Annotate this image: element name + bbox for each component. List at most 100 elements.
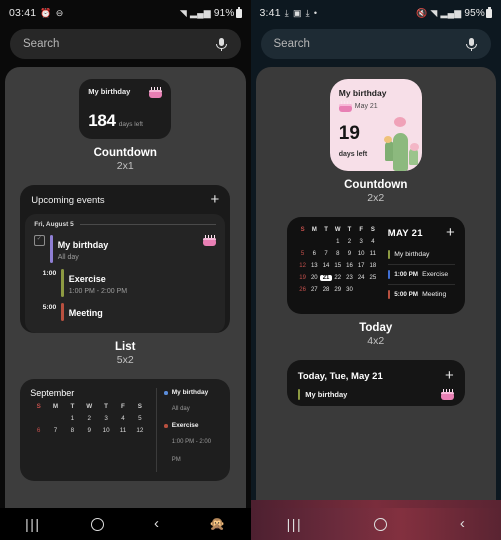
right-navigation-bar[interactable]: ||| ‹ [250,508,501,540]
calendar-day[interactable]: 8 [332,251,344,257]
calendar-day[interactable]: 10 [98,427,115,434]
calendar-day[interactable]: 19 [297,275,309,281]
widget-preview-today-4x2[interactable]: S M T W T F S 1 2 3 4 5 6 7 8 9 10 11 12 13 14 15 16 17 18 19 20 21… [266,217,487,348]
widget-preview-countdown-2x2[interactable]: My birthday May 21 19 days left Countdow… [266,79,487,205]
list-item[interactable]: My birthday All day [34,232,217,266]
calendar-day[interactable]: 1 [64,415,81,422]
calendar-day[interactable]: 11 [367,251,379,257]
list-item[interactable]: My birthday [297,389,454,400]
back-icon[interactable]: ‹ [460,516,465,531]
calendar-day[interactable]: 9 [81,427,98,434]
list-item[interactable]: 1:00 PM Exercise [387,265,455,285]
calendar-day[interactable]: 17 [355,263,367,269]
calendar-day[interactable]: 20 [308,275,320,281]
calendar-day[interactable]: 5 [297,251,309,257]
calendar-day[interactable]: 16 [344,263,356,269]
calendar-day[interactable]: 24 [355,275,367,281]
calendar-day[interactable]: 23 [344,275,356,281]
calendar-day[interactable]: 27 [308,287,320,293]
calendar-day[interactable]: 26 [297,287,309,293]
left-widget-sheet[interactable]: My birthday 184 days left Countdown 2x1 … [5,67,246,540]
calendar-day-empty [320,239,332,245]
calendar-day[interactable]: 30 [344,287,356,293]
calendar-day[interactable]: 2 [344,239,356,245]
today-calendar-widget[interactable]: S M T W T F S 1 2 3 4 5 6 7 8 9 10 11 12 13 14 15 16 17 18 19 20 21… [286,217,465,314]
list-item[interactable]: My birthday [387,245,455,265]
calendar-day[interactable]: 25 [367,275,379,281]
event-time: 1:00 PM [394,271,419,278]
wallpaper-gradient [250,500,501,508]
calendar-day[interactable]: 6 [30,427,47,434]
list-item[interactable]: 5:00 PM Meeting [387,285,455,304]
calendar-day[interactable]: 5 [131,415,148,422]
calendar-check-icon [34,235,46,246]
calendar-day[interactable]: 22 [332,275,344,281]
calendar-day[interactable]: 15 [332,263,344,269]
birthday-cake-icon [203,235,217,246]
back-icon[interactable]: ‹ [154,516,159,531]
add-event-button[interactable]: + [446,225,455,240]
search-input[interactable]: Search [274,38,466,50]
right-search-bar[interactable]: Search [260,29,491,59]
add-event-button[interactable]: + [445,368,454,383]
month-name: September [30,388,75,398]
left-search-bar[interactable]: Search [10,29,241,59]
weekday-label: M [52,403,59,410]
list-item[interactable]: 5:00 Meeting [34,300,216,324]
calendar-day[interactable]: 21 [320,275,332,281]
widget-preview-month[interactable]: September S M T W T F S 1 2 3 4 5 6 7 8 9 10 11 12 My birt… [15,379,236,481]
left-navigation-bar[interactable]: ||| ‹ 🙊 [0,508,251,540]
list-item[interactable]: 1:00 Exercise 1:00 PM - 2:00 PM [34,266,216,300]
calendar-day[interactable]: 7 [320,251,332,257]
calendar-day[interactable]: 7 [47,427,64,434]
calendar-day[interactable]: 29 [332,287,344,293]
countdown-unit: days left [118,121,143,128]
birthday-cake-icon [440,389,454,400]
calendar-day[interactable]: 18 [367,263,379,269]
left-status-bar: 03:41 ⏰ ⊖ ◥ ▂▄▆ 91% [0,0,251,26]
calendar-day[interactable]: 14 [320,263,332,269]
list-item[interactable]: Exercise 1:00 PM - 2:00 PM [164,421,220,466]
search-input[interactable]: Search [23,38,215,50]
accessibility-icon[interactable]: 🙊 [209,517,225,531]
list-widget[interactable]: Upcoming events + Fri, August 5 ✓ My bir… [20,185,231,333]
signal-icon: ▂▄▆ [190,7,211,18]
calendar-day[interactable]: 4 [115,415,132,422]
calendar-day[interactable]: 2 [81,415,98,422]
today-list-widget[interactable]: Today, Tue, May 21 + My birthday [286,360,465,406]
calendar-day[interactable]: 4 [367,239,379,245]
calendar-day[interactable]: 8 [64,427,81,434]
event-color-bar [297,389,301,400]
right-phone-screen: 3:41 ⤓ ▣ ⤓ • 🔇 ◥ ▂▄▆ 95% Search My birth… [250,0,501,540]
calendar-day[interactable]: 28 [320,287,332,293]
recents-icon[interactable]: ||| [287,517,302,531]
microphone-icon[interactable] [465,37,478,51]
calendar-day[interactable]: 12 [131,427,148,434]
widget-preview-today-list[interactable]: Today, Tue, May 21 + My birthday [266,360,487,406]
calendar-day[interactable]: 3 [355,239,367,245]
more-dot-icon: • [313,7,318,18]
list-item[interactable]: My birthday All day [164,388,220,415]
microphone-icon[interactable] [215,37,228,51]
right-widget-sheet[interactable]: My birthday May 21 19 days left Countdow… [255,67,496,540]
weekday-label: W [86,403,93,410]
countdown-widget-large[interactable]: My birthday May 21 19 days left [329,79,422,171]
month-widget[interactable]: September S M T W T F S 1 2 3 4 5 6 7 8 9 10 11 12 My birt… [20,379,231,481]
calendar-day[interactable]: 1 [332,239,344,245]
add-event-button[interactable]: + [210,192,219,207]
event-color-bar [387,270,391,279]
calendar-day[interactable]: 13 [308,263,320,269]
widget-preview-countdown-2x1[interactable]: My birthday 184 days left Countdown 2x1 [15,79,236,173]
calendar-day[interactable]: 12 [297,263,309,269]
countdown-widget-small[interactable]: My birthday 184 days left [79,79,172,139]
home-icon[interactable] [374,517,388,531]
recents-icon[interactable]: ||| [25,517,40,531]
calendar-day[interactable]: 11 [115,427,132,434]
calendar-day[interactable]: 3 [98,415,115,422]
calendar-day[interactable]: 6 [308,251,320,257]
home-icon[interactable] [90,517,104,531]
battery-icon [486,7,492,18]
calendar-day[interactable]: 9 [344,251,356,257]
calendar-day[interactable]: 10 [355,251,367,257]
widget-preview-list-5x2[interactable]: Upcoming events + Fri, August 5 ✓ My bir… [15,185,236,367]
